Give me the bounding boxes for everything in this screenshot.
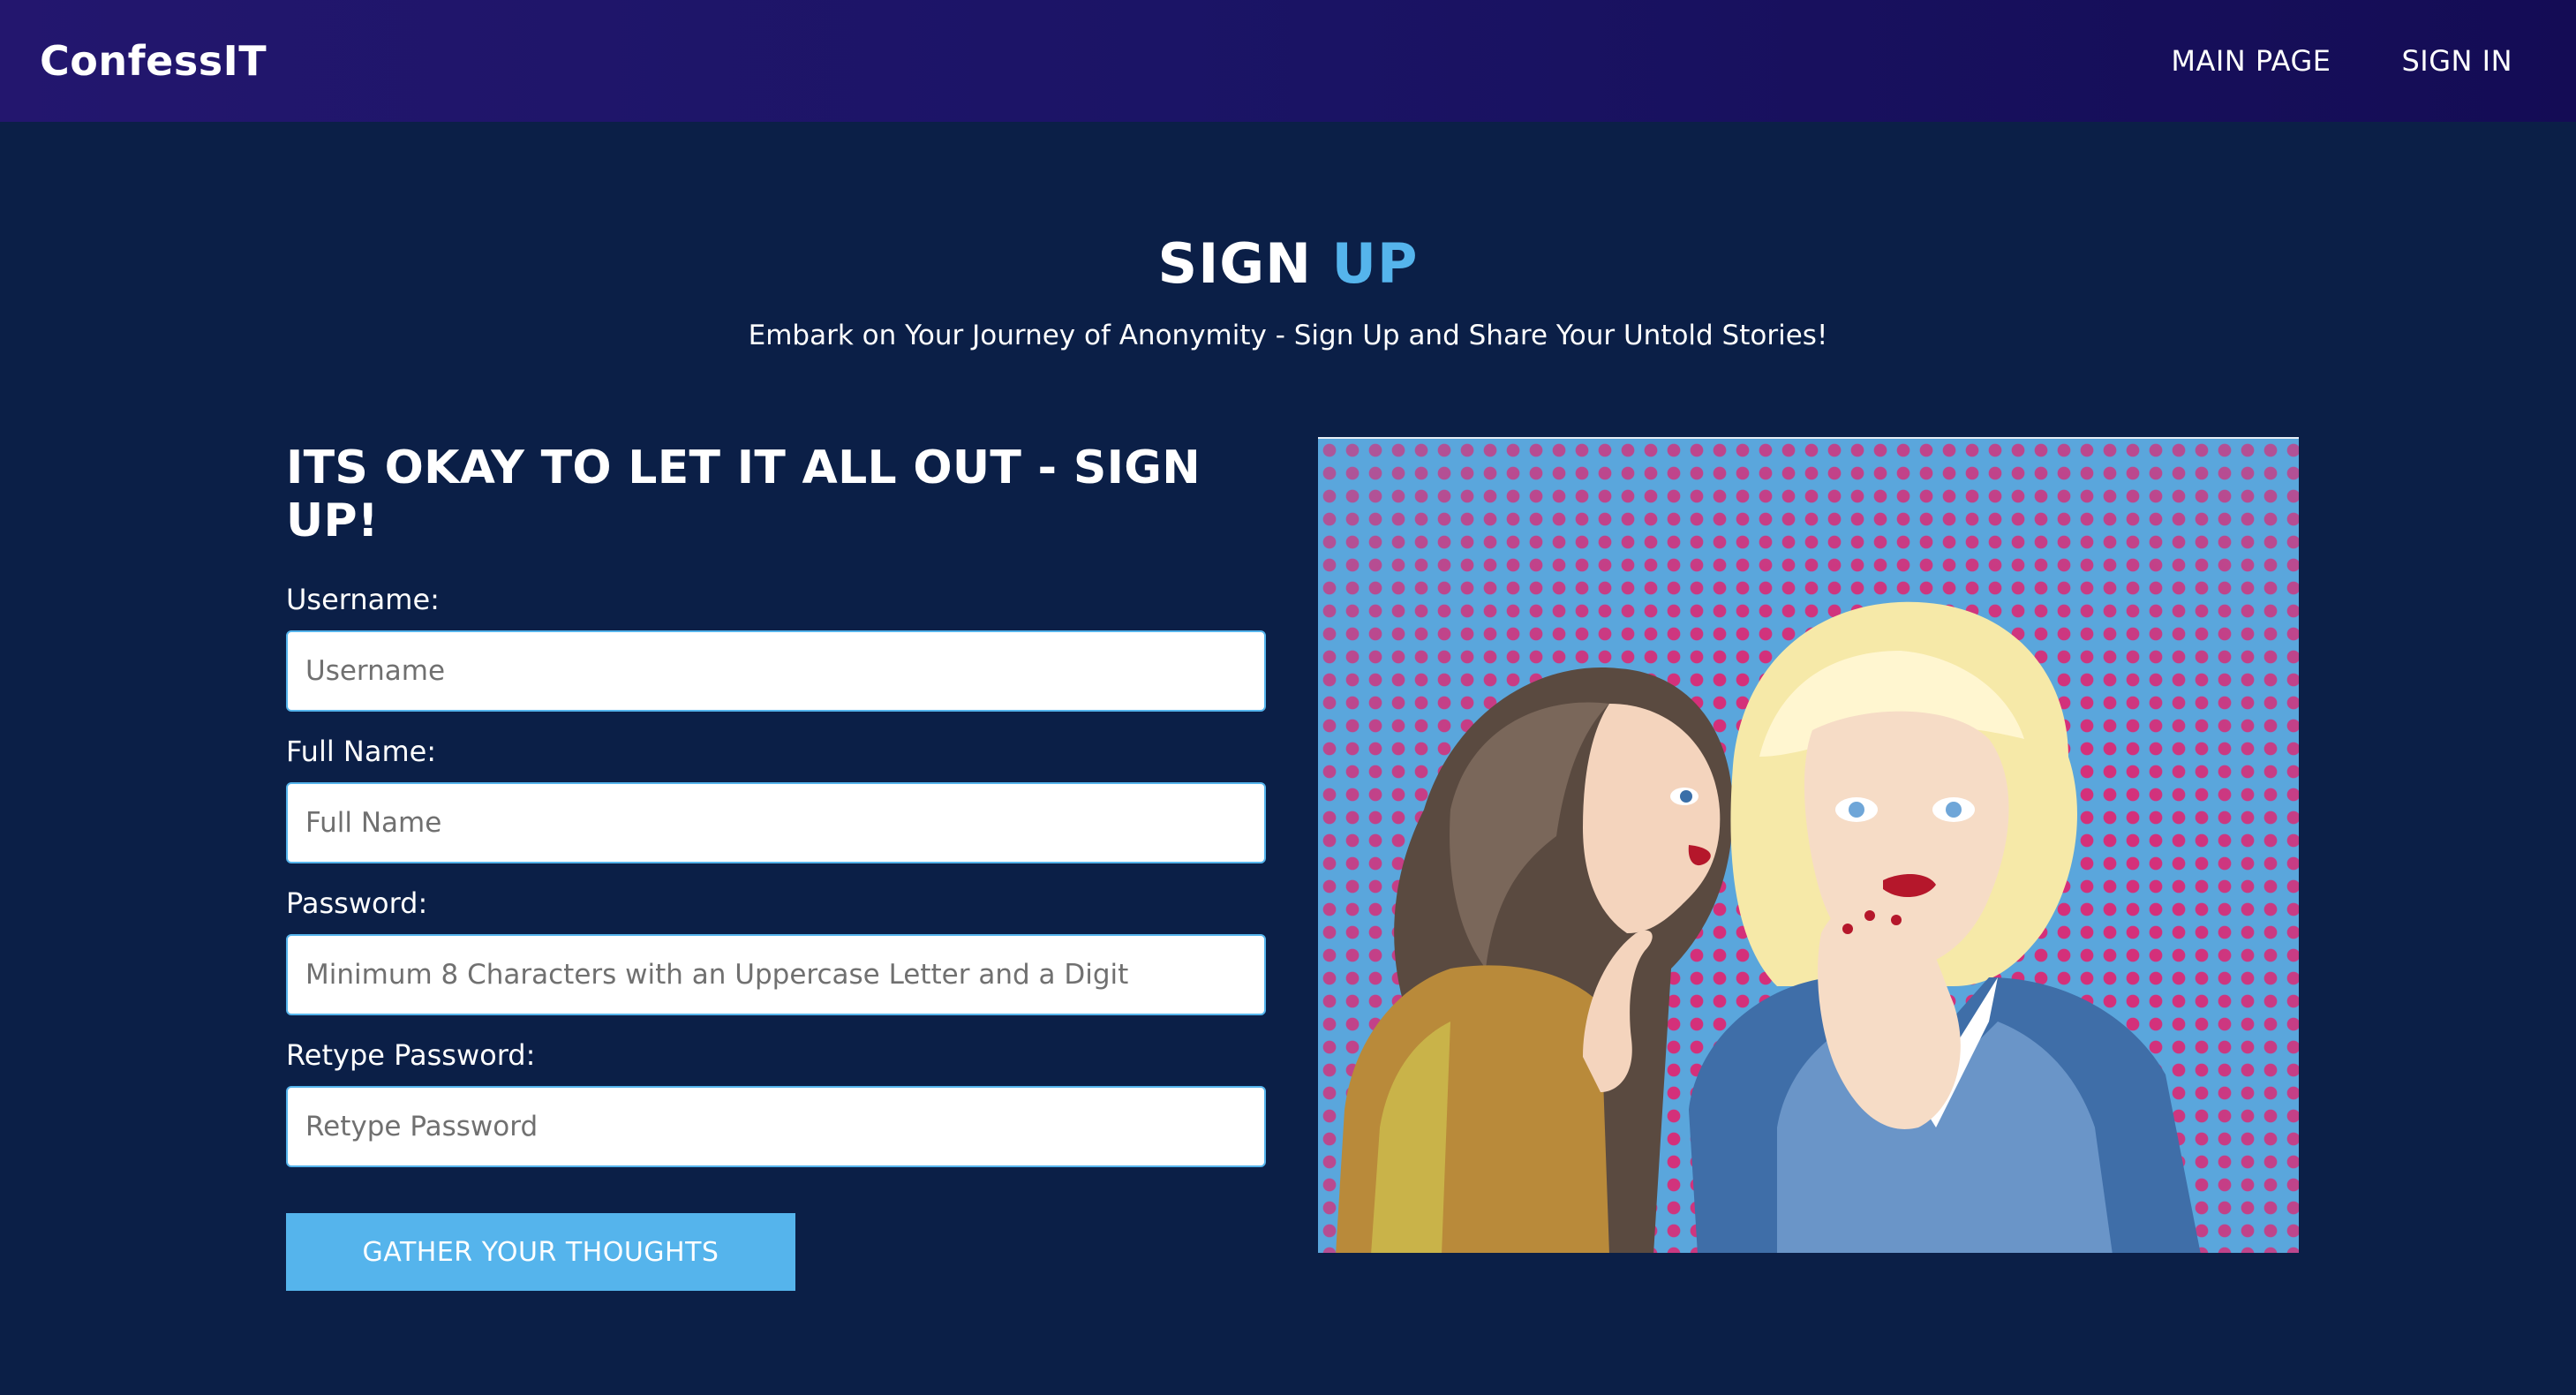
form-heading: ITS OKAY TO LET IT ALL OUT - SIGN UP! <box>286 441 1201 547</box>
page-title-accent: UP <box>1331 231 1419 296</box>
submit-button[interactable]: GATHER YOUR THOUGHTS <box>286 1213 795 1291</box>
nav-link-main-page[interactable]: MAIN PAGE <box>2171 44 2331 78</box>
password-label: Password: <box>286 886 428 920</box>
pop-art-whispering-women-icon <box>1336 601 2201 1253</box>
brand-logo[interactable]: ConfessIT <box>40 37 267 85</box>
page-title-main: SIGN <box>1157 231 1313 296</box>
nav-links: MAIN PAGE SIGN IN <box>2171 44 2512 78</box>
signup-illustration <box>1318 437 2299 1253</box>
password-input[interactable] <box>286 934 1266 1015</box>
full-name-input[interactable] <box>286 782 1266 863</box>
nav-link-sign-in[interactable]: SIGN IN <box>2401 44 2512 78</box>
retype-password-input[interactable] <box>286 1086 1266 1167</box>
page-subtitle: Embark on Your Journey of Anonymity - Si… <box>748 320 1828 351</box>
full-name-label: Full Name: <box>286 735 437 768</box>
retype-password-label: Retype Password: <box>286 1038 536 1072</box>
username-label: Username: <box>286 583 440 616</box>
username-input[interactable] <box>286 630 1266 712</box>
page-title: SIGN UP <box>0 231 2576 296</box>
navbar: ConfessIT MAIN PAGE SIGN IN <box>0 0 2576 122</box>
signup-form: ITS OKAY TO LET IT ALL OUT - SIGN UP! Us… <box>286 441 1266 1291</box>
